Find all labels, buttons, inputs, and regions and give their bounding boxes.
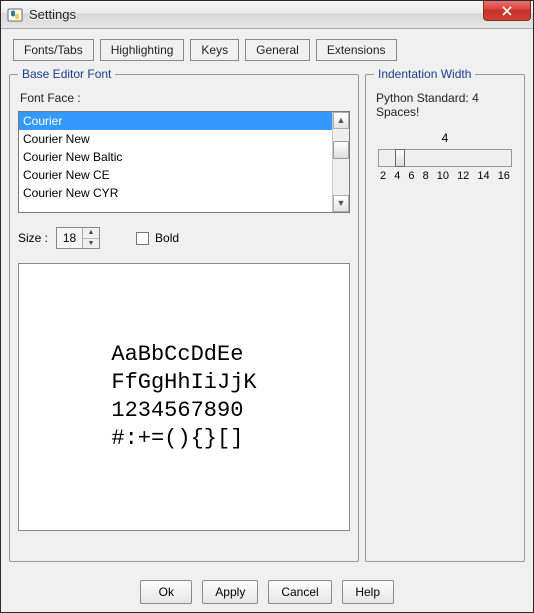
font-face-label: Font Face : <box>20 91 350 105</box>
tick: 12 <box>457 170 469 182</box>
tabs-row: Fonts/Tabs Highlighting Keys General Ext… <box>13 39 525 61</box>
titlebar[interactable]: Settings <box>1 1 533 29</box>
scroll-down-arrow[interactable]: ▼ <box>333 195 349 212</box>
font-preview: AaBbCcDdEe FfGgHhIiJjK 1234567890 #:+=()… <box>18 263 350 531</box>
size-down-arrow[interactable]: ▼ <box>83 239 99 249</box>
indentation-legend: Indentation Width <box>374 67 475 81</box>
tab-fonts-tabs[interactable]: Fonts/Tabs <box>13 39 94 61</box>
dialog-button-row: Ok Apply Cancel Help <box>1 580 533 604</box>
tick: 14 <box>477 170 489 182</box>
app-icon <box>7 7 23 23</box>
window-title: Settings <box>29 7 76 22</box>
scroll-up-arrow[interactable]: ▲ <box>333 112 349 129</box>
tick: 4 <box>394 170 400 182</box>
list-item[interactable]: Courier New CYR <box>19 184 332 202</box>
tab-extensions[interactable]: Extensions <box>316 39 397 61</box>
bold-checkbox[interactable]: Bold <box>136 231 179 245</box>
font-face-listbox[interactable]: Courier Courier New Courier New Baltic C… <box>18 111 350 213</box>
preview-text: AaBbCcDdEe FfGgHhIiJjK 1234567890 #:+=()… <box>111 341 256 453</box>
list-item[interactable]: Courier New <box>19 130 332 148</box>
tab-general[interactable]: General <box>245 39 310 61</box>
size-value[interactable]: 18 <box>57 228 83 248</box>
cancel-button[interactable]: Cancel <box>268 580 331 604</box>
bold-checkbox-box[interactable] <box>136 232 149 245</box>
list-item[interactable]: Courier <box>19 112 332 130</box>
tab-highlighting[interactable]: Highlighting <box>100 39 185 61</box>
help-button[interactable]: Help <box>342 580 394 604</box>
list-item[interactable]: Courier New CE <box>19 166 332 184</box>
indentation-slider[interactable]: 2 4 6 8 10 12 14 16 <box>378 149 512 182</box>
font-list-scrollbar[interactable]: ▲ ▼ <box>332 112 349 212</box>
ok-button[interactable]: Ok <box>140 580 192 604</box>
size-label: Size : <box>18 231 48 245</box>
base-font-legend: Base Editor Font <box>18 67 115 81</box>
tick: 8 <box>423 170 429 182</box>
scroll-thumb[interactable] <box>333 141 349 159</box>
indentation-width-panel: Indentation Width Python Standard: 4 Spa… <box>365 67 525 562</box>
indentation-value: 4 <box>374 131 516 145</box>
slider-thumb[interactable] <box>395 149 405 167</box>
slider-track[interactable] <box>378 149 512 167</box>
scroll-track[interactable] <box>333 129 349 195</box>
size-row: Size : 18 ▲ ▼ Bold <box>18 227 350 249</box>
font-face-list[interactable]: Courier Courier New Courier New Baltic C… <box>19 112 332 212</box>
size-spinbox[interactable]: 18 ▲ ▼ <box>56 227 100 249</box>
size-up-arrow[interactable]: ▲ <box>83 228 99 239</box>
tick: 2 <box>380 170 386 182</box>
base-editor-font-panel: Base Editor Font Font Face : Courier Cou… <box>9 67 359 562</box>
tab-keys[interactable]: Keys <box>190 39 239 61</box>
close-button[interactable] <box>483 1 531 21</box>
settings-window: Settings Fonts/Tabs Highlighting Keys Ge… <box>0 0 534 613</box>
main-columns: Base Editor Font Font Face : Courier Cou… <box>9 67 525 562</box>
tick: 6 <box>408 170 414 182</box>
indentation-note: Python Standard: 4 Spaces! <box>376 91 516 119</box>
tick: 16 <box>498 170 510 182</box>
bold-label: Bold <box>155 231 179 245</box>
list-item[interactable]: Courier New Baltic <box>19 148 332 166</box>
apply-button[interactable]: Apply <box>202 580 258 604</box>
client-area: Fonts/Tabs Highlighting Keys General Ext… <box>1 29 533 612</box>
tick: 10 <box>437 170 449 182</box>
slider-ticks: 2 4 6 8 10 12 14 16 <box>378 167 512 182</box>
